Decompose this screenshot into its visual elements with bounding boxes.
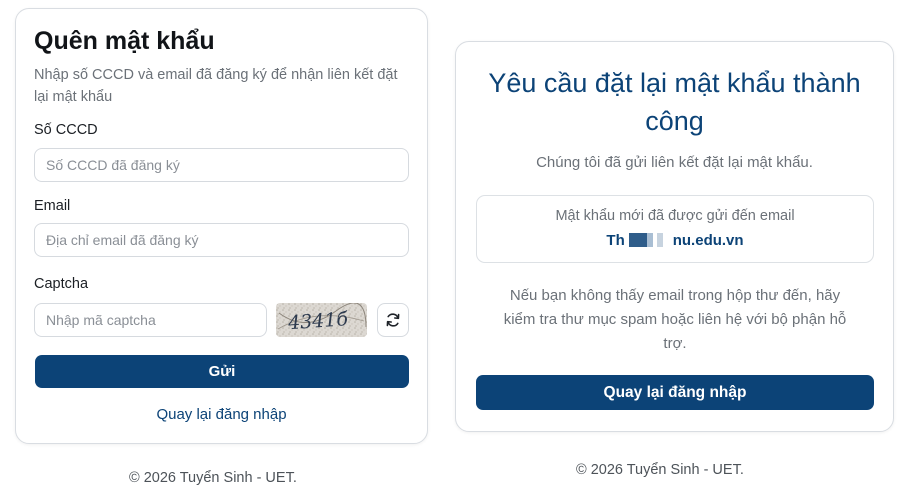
footer-copyright: © 2026 Tuyển Sinh - UET. [129, 470, 297, 486]
masked-email: Th nu.edu.vn [477, 232, 873, 249]
refresh-captcha-button[interactable] [377, 303, 409, 337]
captcha-image: 4341б [276, 303, 367, 337]
success-description: Chúng tôi đã gửi liên kết đặt lại mật kh… [536, 154, 813, 171]
captcha-text: 4341б [286, 308, 349, 334]
cccd-input[interactable] [34, 148, 409, 182]
captcha-input[interactable] [34, 303, 267, 337]
page-subtitle: Nhập số CCCD và email đã đăng ký để nhận… [34, 67, 398, 105]
email-suffix: nu.edu.vn [672, 232, 744, 249]
help-text: Nếu bạn không thấy email trong hộp thư đ… [503, 287, 847, 352]
success-title: Yêu cầu đặt lại mật khẩu thành công [488, 68, 861, 136]
back-to-login-button[interactable]: Quay lại đăng nhập [476, 375, 874, 410]
refresh-icon [386, 313, 400, 327]
forgot-password-card: Quên mật khẩu Nhập số CCCD và email đã đ… [15, 8, 428, 444]
email-sent-box: Mật khẩu mới đã được gửi đến email Th nu.… [476, 195, 874, 263]
back-to-login-link[interactable]: Quay lại đăng nhập [16, 406, 427, 423]
reset-success-card: Yêu cầu đặt lại mật khẩu thành công Chún… [455, 41, 894, 432]
email-prefix: Th [606, 232, 625, 249]
captcha-label: Captcha [34, 276, 89, 292]
redaction-mark [628, 233, 669, 247]
email-sent-text: Mật khẩu mới đã được gửi đến email [555, 208, 795, 224]
email-label: Email [34, 198, 71, 214]
footer-copyright-right: © 2026 Tuyển Sinh - UET. [576, 462, 744, 478]
page-title: Quên mật khẩu [34, 27, 215, 55]
send-button[interactable]: Gửi [35, 355, 409, 388]
cccd-label: Số CCCD [34, 122, 98, 138]
email-input[interactable] [34, 223, 409, 257]
